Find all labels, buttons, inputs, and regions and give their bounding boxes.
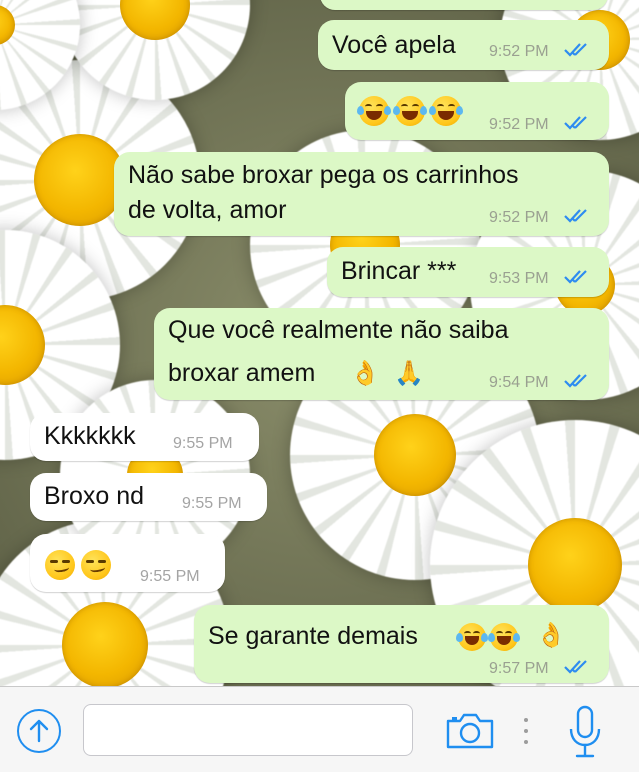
camera-icon[interactable] xyxy=(444,709,496,753)
arrow-up-circle-icon[interactable] xyxy=(17,709,61,753)
tears-of-joy-emoji xyxy=(456,623,488,651)
message-time: 9:57 PM xyxy=(489,660,549,677)
message-bubble-outgoing[interactable]: Não sabe broxar pega os carrinhos de vol… xyxy=(114,152,609,236)
message-input-bar xyxy=(0,686,639,772)
message-text: Kkkkkkk xyxy=(44,422,136,450)
smirking-face-emoji xyxy=(81,550,111,580)
message-time: 9:52 PM xyxy=(489,43,549,60)
read-ticks-icon xyxy=(564,209,587,223)
message-text: Broxo nd xyxy=(44,482,145,510)
message-text-line: broxar amem xyxy=(168,359,316,387)
arrow-up-icon xyxy=(29,719,49,743)
tears-of-joy-emoji xyxy=(357,96,391,126)
emoji-group xyxy=(45,550,111,580)
message-bubble-outgoing[interactable]: 9:52 PM xyxy=(345,82,609,140)
vertical-dots-icon[interactable] xyxy=(522,717,530,745)
read-ticks-icon xyxy=(564,116,587,130)
emoji-group xyxy=(456,623,520,651)
previous-message-bubble xyxy=(320,0,608,10)
message-bubble-incoming[interactable]: Kkkkkkk 9:55 PM xyxy=(30,413,259,461)
message-text: Se garante demais xyxy=(208,622,418,650)
message-time: 9:52 PM xyxy=(489,116,549,133)
microphone-icon[interactable] xyxy=(567,705,603,759)
message-text: Brincar *** xyxy=(341,257,457,285)
message-text-line: Que você realmente não saiba xyxy=(168,316,509,344)
message-bubble-outgoing[interactable]: Brincar *** 9:53 PM xyxy=(327,247,609,297)
message-time: 9:55 PM xyxy=(173,435,233,452)
message-bubble-incoming[interactable]: Broxo nd 9:55 PM xyxy=(30,473,267,521)
message-bubble-incoming[interactable]: 9:55 PM xyxy=(30,534,225,592)
message-time: 9:55 PM xyxy=(140,568,200,585)
folded-hands-emoji: 🙏 xyxy=(394,360,424,387)
message-bubble-outgoing[interactable]: Você apela 9:52 PM xyxy=(318,20,609,70)
message-bubble-outgoing[interactable]: Se garante demais 👌 9:57 PM xyxy=(194,605,609,683)
ok-hand-emoji: 👌 xyxy=(350,360,380,387)
message-time: 9:55 PM xyxy=(182,495,242,512)
tears-of-joy-emoji xyxy=(429,96,463,126)
read-ticks-icon xyxy=(564,374,587,388)
tears-of-joy-emoji xyxy=(488,623,520,651)
message-text-line: Não sabe broxar pega os carrinhos xyxy=(128,161,519,189)
tears-of-joy-emoji xyxy=(393,96,427,126)
message-text-line: de volta, amor xyxy=(128,196,287,224)
message-time: 9:54 PM xyxy=(489,374,549,391)
message-time: 9:53 PM xyxy=(489,270,549,287)
message-time: 9:52 PM xyxy=(489,209,549,226)
emoji-group xyxy=(357,96,463,126)
read-ticks-icon xyxy=(564,43,587,57)
ok-hand-emoji: 👌 xyxy=(536,622,566,649)
message-bubble-outgoing[interactable]: Que você realmente não saiba broxar amem… xyxy=(154,308,609,400)
read-ticks-icon xyxy=(564,660,587,674)
message-input[interactable] xyxy=(83,704,413,756)
message-text: Você apela xyxy=(332,31,456,59)
read-ticks-icon xyxy=(564,270,587,284)
smirking-face-emoji xyxy=(45,550,75,580)
